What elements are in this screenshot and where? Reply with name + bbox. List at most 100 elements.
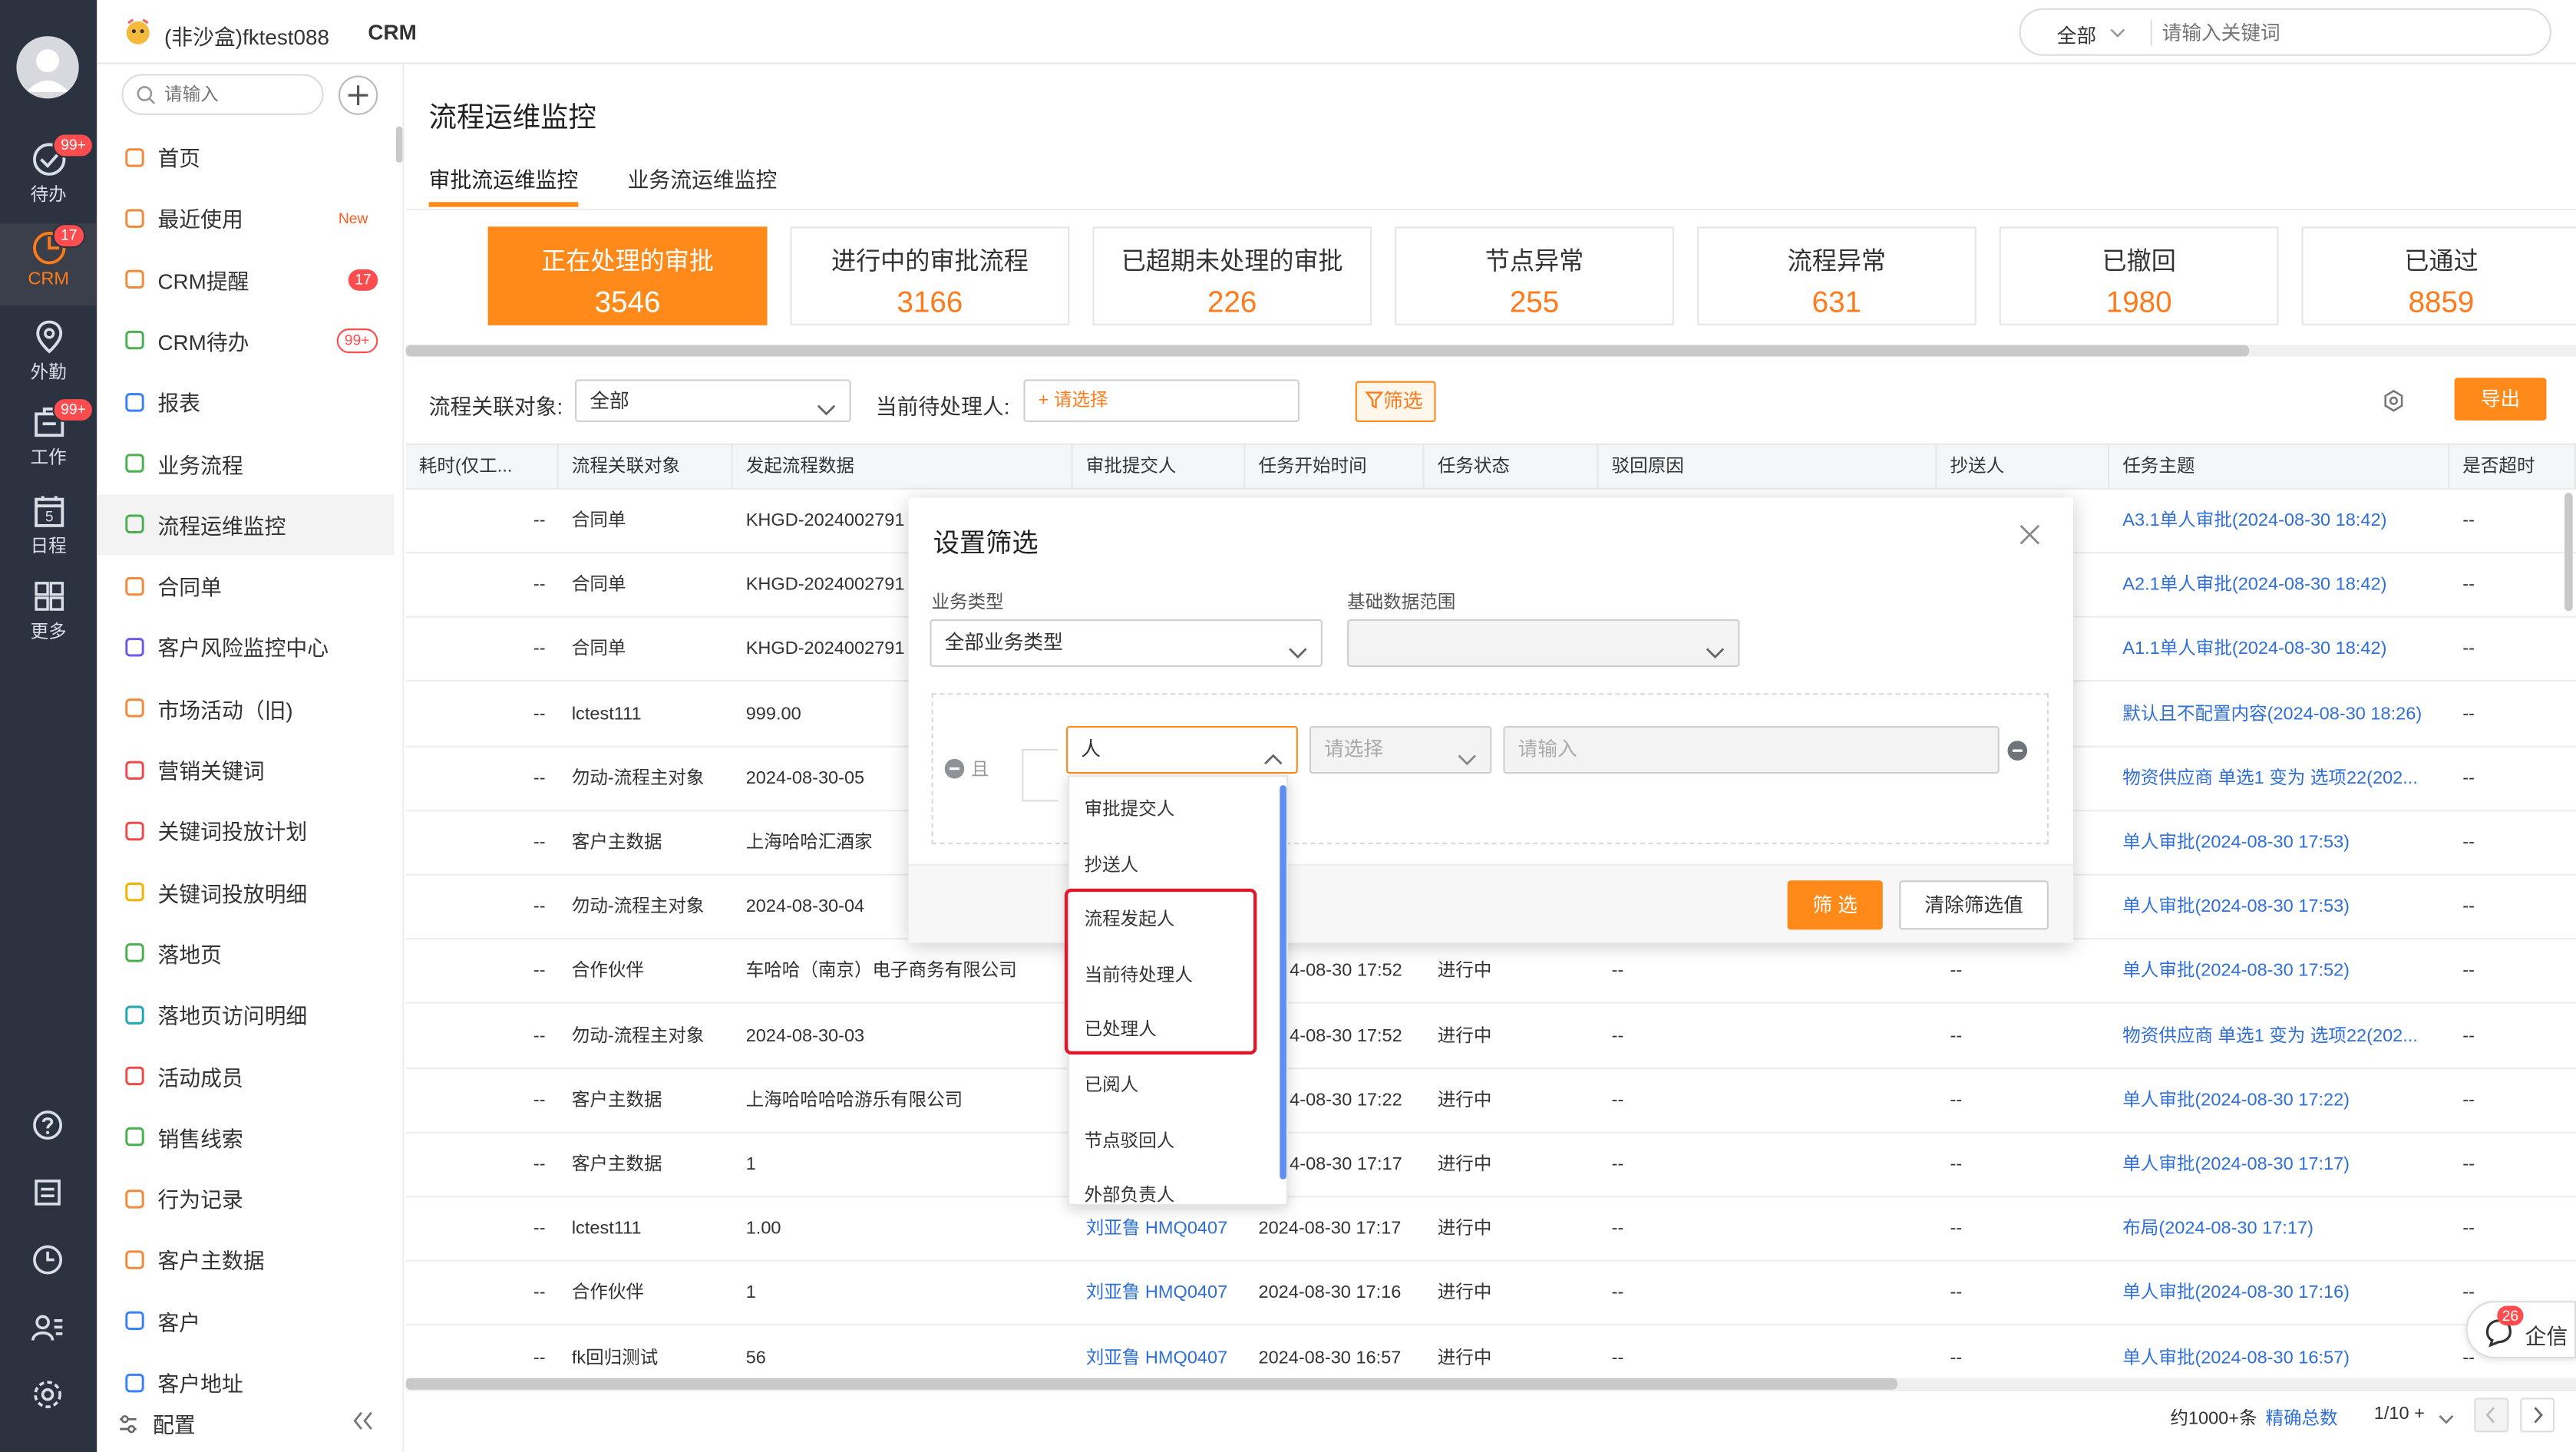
table-cell[interactable]: 单人审批(2024-08-30 17:53) xyxy=(2109,876,2449,939)
sidebar-item-16[interactable]: 销售线索 xyxy=(97,1107,394,1167)
sidebar-item-4[interactable]: 报表 xyxy=(97,371,394,432)
table-cell[interactable]: 物资供应商 单选1 变为 选项22(202... xyxy=(2109,747,2449,810)
column-header[interactable]: 发起流程数据 xyxy=(733,443,1073,490)
sidebar-item-6[interactable]: 流程运维监控 xyxy=(97,493,395,555)
table-cell[interactable]: 单人审批(2024-08-30 17:52) xyxy=(2109,940,2449,1004)
rail-item-work[interactable]: 工作 99+ xyxy=(0,397,97,487)
sidebar-item-14[interactable]: 落地页访问明细 xyxy=(97,984,394,1044)
column-header[interactable]: 是否超时 xyxy=(2449,443,2576,490)
stat-card[interactable]: 正在处理的审批 3546 xyxy=(487,226,768,325)
dropdown-option[interactable]: 抄送人 xyxy=(1085,849,1139,882)
chat-widget[interactable]: 26 企信 xyxy=(2465,1301,2576,1359)
exact-total-link[interactable]: 精确总数 xyxy=(2265,1404,2337,1431)
sidebar-item-12[interactable]: 关键词投放明细 xyxy=(97,862,394,922)
menu-scrollbar[interactable] xyxy=(395,126,403,163)
search-input[interactable] xyxy=(2162,16,2524,50)
rail-item-todo[interactable]: 待办 99+ xyxy=(0,133,97,223)
help-icon[interactable] xyxy=(31,1109,64,1147)
close-icon[interactable] xyxy=(2019,524,2040,550)
table-row[interactable]: -- 客户主数据 上海哈哈哈哈游乐有限公司 4-08-30 17:22 进行中 -- -- 单… xyxy=(405,1069,2576,1134)
settings-icon[interactable] xyxy=(2382,389,2405,417)
rail-item-crm[interactable]: CRM 17 xyxy=(0,223,97,306)
handler-filter-select[interactable]: + 请选择 xyxy=(1023,379,1300,423)
avatar[interactable] xyxy=(16,36,79,99)
column-header[interactable]: 任务主题 xyxy=(2109,443,2450,490)
table-cell[interactable]: 默认且不配置内容(2024-08-30 18:26) xyxy=(2109,682,2449,746)
table-row[interactable]: -- 合作伙伴 车哈哈（南京）电子商务有限公司 4-08-30 17:52 进行中 -- -… xyxy=(405,940,2576,1005)
table-row[interactable]: -- 合作伙伴 1 刘亚鲁 HMQ0407 2024-08-30 17:16 进行中 -- -… xyxy=(405,1262,2576,1327)
menu-search-input[interactable] xyxy=(164,80,312,109)
column-header[interactable]: 耗时(仅工... xyxy=(406,443,559,490)
data-range-select[interactable] xyxy=(1347,619,1740,667)
table-cell[interactable]: 刘亚鲁 HMQ0407 xyxy=(1073,1198,1246,1262)
stat-card[interactable]: 已撤回 1980 xyxy=(1999,226,2279,325)
sidebar-item-1[interactable]: 最近使用 New xyxy=(97,188,394,249)
clear-filter-button[interactable]: 清除筛选值 xyxy=(1899,880,2049,930)
dropdown-option[interactable]: 已阅人 xyxy=(1085,1069,1139,1102)
sidebar-item-3[interactable]: CRM待办 99+ xyxy=(97,310,394,371)
table-cell[interactable]: 单人审批(2024-08-30 17:53) xyxy=(2109,811,2449,875)
table-cell[interactable]: 单人审批(2024-08-30 17:22) xyxy=(2109,1069,2449,1133)
dropdown-option[interactable]: 审批提交人 xyxy=(1085,794,1175,827)
page-indicator[interactable]: 1/10 + xyxy=(2374,1404,2425,1424)
column-header[interactable]: 驳回原因 xyxy=(1599,443,1937,490)
global-search[interactable]: 全部 xyxy=(2019,8,2551,56)
sidebar-item-5[interactable]: 业务流程 xyxy=(97,433,394,493)
rail-item-more[interactable]: 更多 xyxy=(0,578,97,660)
dropdown-option[interactable]: 节点驳回人 xyxy=(1085,1124,1175,1157)
prev-page-button[interactable] xyxy=(2474,1398,2509,1433)
search-scope[interactable]: 全部 xyxy=(2057,21,2096,49)
rail-item-calendar[interactable]: 5 日程 xyxy=(0,493,97,575)
table-cell[interactable]: 布局(2024-08-30 17:17) xyxy=(2109,1198,2449,1262)
operator-select[interactable]: 请选择 xyxy=(1309,726,1492,774)
table-row[interactable]: -- 勿动-流程主对象 2024-08-30-03 4-08-30 17:52 进行中 -… xyxy=(405,1005,2576,1069)
sidebar-item-8[interactable]: 客户风险监控中心 xyxy=(97,616,394,677)
rail-item-field[interactable]: 外勤 xyxy=(0,318,97,401)
filter-button[interactable]: 筛选 xyxy=(1355,381,1436,423)
column-header[interactable]: 任务开始时间 xyxy=(1245,443,1425,490)
column-header[interactable]: 任务状态 xyxy=(1425,443,1599,490)
table-hscroll[interactable] xyxy=(405,1378,2576,1390)
column-header[interactable]: 抄送人 xyxy=(1937,443,2110,490)
dropdown-option[interactable]: 外部负责人 xyxy=(1085,1180,1175,1204)
next-page-button[interactable] xyxy=(2520,1398,2555,1433)
sidebar-item-19[interactable]: 客户 xyxy=(97,1291,394,1351)
field-select[interactable]: 人 xyxy=(1066,726,1298,774)
export-button[interactable]: 导出 xyxy=(2454,378,2547,421)
clock-icon[interactable] xyxy=(31,1243,64,1281)
menu-search[interactable] xyxy=(121,74,324,115)
sidebar-item-2[interactable]: CRM提醒 17 xyxy=(97,249,394,309)
table-cell[interactable]: 刘亚鲁 HMQ0407 xyxy=(1073,1262,1246,1326)
stat-card[interactable]: 进行中的审批流程 3166 xyxy=(790,226,1070,325)
value-input[interactable]: 请输入 xyxy=(1503,726,2000,774)
sidebar-item-0[interactable]: 首页 xyxy=(97,127,394,187)
sidebar-item-18[interactable]: 客户主数据 xyxy=(97,1229,394,1290)
chevron-down-icon[interactable] xyxy=(2438,1407,2454,1431)
table-cell[interactable]: A1.1单人审批(2024-08-30 18:42) xyxy=(2109,619,2449,682)
sidebar-item-15[interactable]: 活动成员 xyxy=(97,1045,394,1106)
column-header[interactable]: 审批提交人 xyxy=(1073,443,1246,490)
stats-scrollbar[interactable] xyxy=(405,345,2576,357)
sidebar-item-11[interactable]: 关键词投放计划 xyxy=(97,800,394,861)
biz-type-select[interactable]: 全部业务类型 xyxy=(930,619,1323,667)
table-row[interactable]: -- 客户主数据 1 4-08-30 17:17 进行中 -- -- 单人审批(2024-08… xyxy=(405,1134,2576,1198)
confirm-filter-button[interactable]: 筛 选 xyxy=(1787,880,1883,930)
table-cell[interactable]: 单人审批(2024-08-30 17:17) xyxy=(2109,1134,2449,1197)
dropdown-scrollbar[interactable] xyxy=(1280,785,1286,1180)
contacts-icon[interactable] xyxy=(31,1311,64,1348)
table-cell[interactable]: A3.1单人审批(2024-08-30 18:42) xyxy=(2109,490,2449,553)
tab-approval-monitor[interactable]: 审批流运维监控 xyxy=(429,163,579,194)
tab-business-monitor[interactable]: 业务流运维监控 xyxy=(628,163,778,194)
sidebar-item-7[interactable]: 合同单 xyxy=(97,556,394,616)
menu-config[interactable]: 配置 xyxy=(117,1407,196,1439)
table-vscroll[interactable] xyxy=(2564,493,2573,612)
stat-card[interactable]: 流程异常 631 xyxy=(1696,226,1977,325)
table-cell[interactable]: 物资供应商 单选1 变为 选项22(202... xyxy=(2109,1005,2449,1068)
sidebar-item-17[interactable]: 行为记录 xyxy=(97,1168,394,1229)
object-filter-select[interactable]: 全部 xyxy=(575,379,851,423)
sidebar-item-20[interactable]: 客户地址 xyxy=(97,1351,394,1412)
logic-toggle[interactable]: 且 xyxy=(944,756,989,782)
remove-condition-icon[interactable] xyxy=(2007,741,2028,765)
stat-card[interactable]: 节点异常 255 xyxy=(1395,226,1674,325)
add-button[interactable] xyxy=(338,75,378,115)
